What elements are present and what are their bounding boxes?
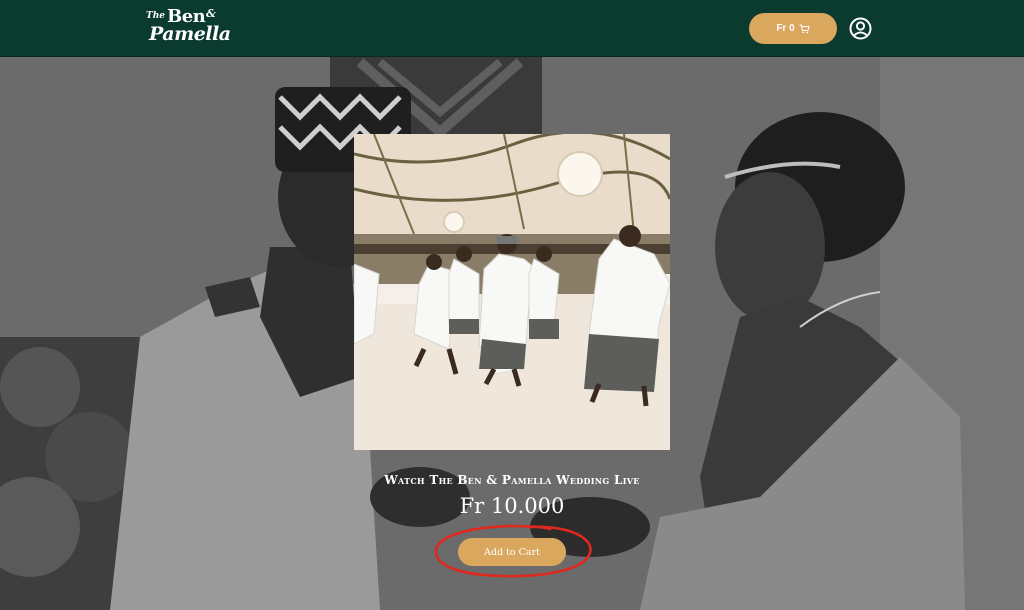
add-to-cart-button[interactable]: Add to Cart (458, 538, 566, 566)
logo-text-amp: & (206, 7, 216, 20)
product-image[interactable] (354, 134, 670, 450)
user-circle-icon[interactable] (849, 17, 872, 40)
cart-total-label: Fr 0 (776, 23, 795, 34)
site-header: The Ben & Pamella Fr 0 (0, 0, 1024, 57)
brand-logo[interactable]: The Ben & Pamella (146, 6, 242, 46)
cart-icon (799, 24, 810, 34)
product-price: Fr 10.000 (459, 494, 565, 518)
product-title: Watch The Ben & Pamella Wedding Live (384, 473, 640, 487)
logo-text-the: The (146, 11, 165, 21)
cart-button[interactable]: Fr 0 (749, 13, 837, 44)
logo-text-pamella: Pamella (149, 23, 231, 45)
